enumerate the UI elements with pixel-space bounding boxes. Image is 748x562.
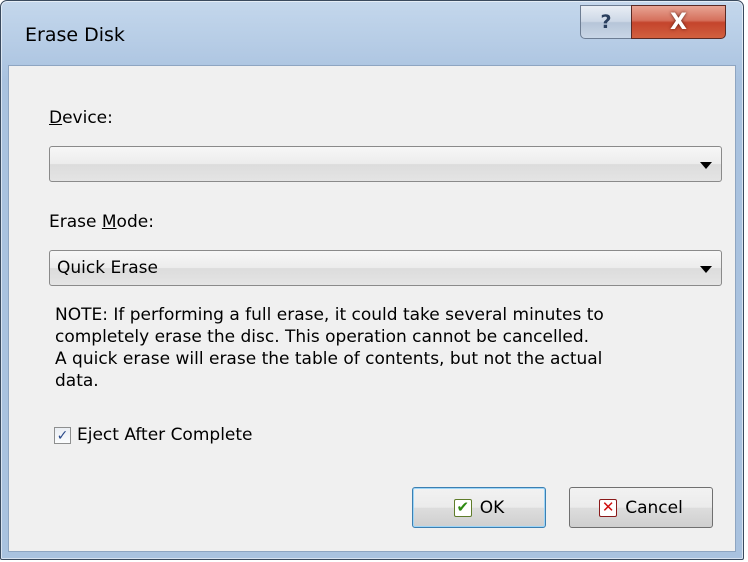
dialog-body: Device: Erase Mode: Quick Erase NOTE: If…: [8, 65, 736, 552]
note-line: A quick erase will erase the table of co…: [55, 349, 603, 369]
eject-after-complete-label[interactable]: Eject After Complete: [77, 425, 253, 445]
erase-mode-dropdown[interactable]: Quick Erase: [49, 250, 722, 286]
checkmark-icon: ✓: [56, 427, 69, 444]
check-icon: ✔: [453, 498, 472, 517]
cancel-button[interactable]: ✕ Cancel: [569, 487, 713, 528]
note-text: NOTE: If performing a full erase, it cou…: [55, 304, 695, 396]
note-line: NOTE: If performing a full erase, it cou…: [55, 305, 604, 325]
note-line: completely erase the disc. This operatio…: [55, 327, 590, 347]
erase-mode-label: Erase Mode:: [49, 212, 154, 232]
help-button[interactable]: ?: [580, 5, 632, 39]
eject-after-complete-checkbox[interactable]: ✓: [54, 427, 71, 444]
device-label: Device:: [49, 108, 113, 128]
question-icon: ?: [600, 11, 612, 33]
device-dropdown[interactable]: [49, 146, 722, 182]
close-icon: X: [670, 9, 687, 35]
note-line: data.: [55, 371, 99, 391]
erase-disk-dialog: Erase Disk ? X Device: Erase Mode: Quick…: [0, 0, 744, 560]
dropdown-arrow-icon: [700, 266, 712, 273]
cancel-label: Cancel: [625, 497, 683, 518]
window-title: Erase Disk: [25, 24, 125, 46]
ok-label: OK: [479, 497, 505, 518]
title-bar[interactable]: Erase Disk ? X: [1, 1, 743, 65]
dropdown-arrow-icon: [700, 162, 712, 169]
close-button[interactable]: X: [631, 5, 726, 39]
x-icon: ✕: [599, 498, 618, 517]
ok-button[interactable]: ✔ OK: [412, 487, 546, 528]
erase-mode-value: Quick Erase: [57, 258, 158, 278]
